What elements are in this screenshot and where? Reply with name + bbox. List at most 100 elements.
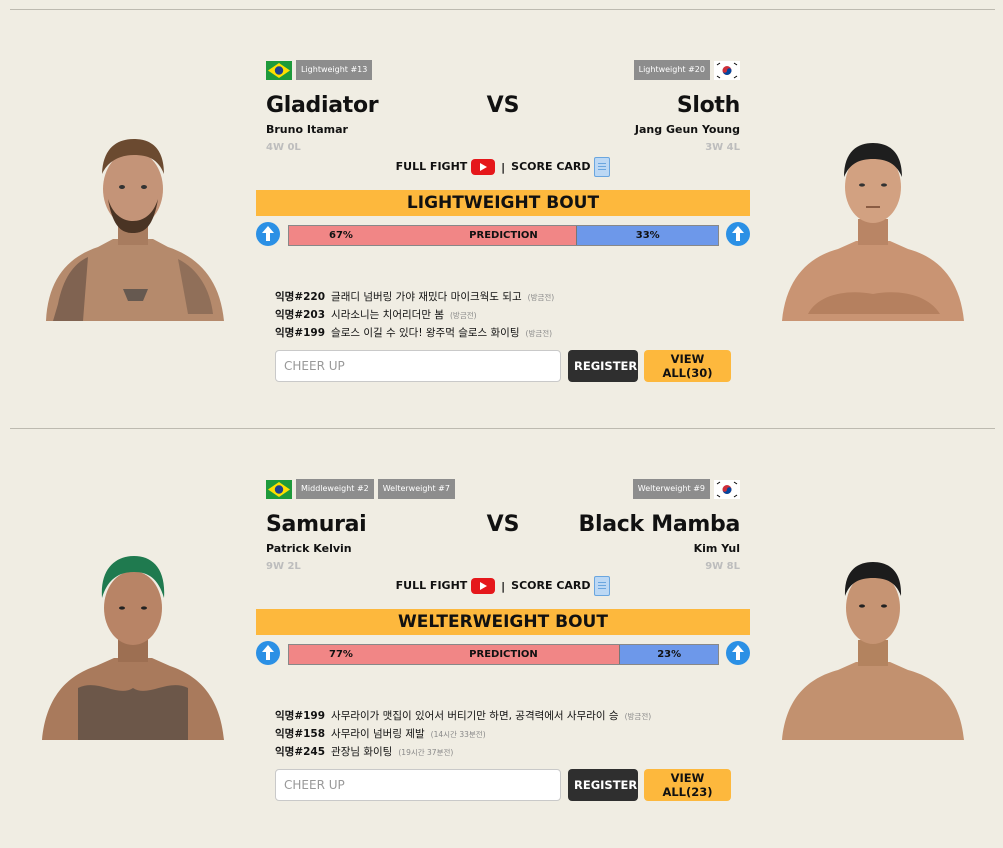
- prediction-bar: 67% 33% PREDICTION: [288, 225, 719, 246]
- prediction-left-percent: 77%: [329, 649, 353, 660]
- comment-item: 익명#158 사무라이 넘버링 제발 (14시간 33분전): [275, 726, 745, 744]
- bout-card-1: Lightweight #13 Lightweight #20 Gladiato…: [0, 9, 1003, 429]
- comment-user: 익명#158: [275, 728, 326, 740]
- prediction-row: 77% 23% PREDICTION: [256, 641, 750, 665]
- comment-user: 익명#199: [275, 327, 326, 339]
- south-korea-flag-icon: [714, 60, 740, 80]
- register-button[interactable]: REGISTER: [568, 769, 638, 801]
- rank-tag: Welterweight #9: [632, 479, 710, 499]
- fighter-photo-black-mamba[interactable]: [778, 548, 968, 740]
- media-links: FULL FIGHT | SCORE CARD: [256, 157, 750, 177]
- right-fighter-name: Kim Yul: [693, 542, 740, 555]
- right-fighter-nickname[interactable]: Sloth: [677, 93, 740, 118]
- comment-item: 익명#220 글래디 넘버링 가야 재밌다 마이크웍도 되고 (방금전): [275, 289, 745, 307]
- left-fighter-tags: Middleweight #2 Welterweight #7: [266, 478, 455, 500]
- comment-time-value: 19시간 37분전: [401, 748, 451, 757]
- comment-user: 익명#203: [275, 309, 326, 321]
- media-links: FULL FIGHT | SCORE CARD: [256, 576, 750, 596]
- cheer-input[interactable]: [275, 769, 561, 801]
- comment-user: 익명#245: [275, 746, 326, 758]
- link-separator: |: [501, 579, 506, 593]
- comment-time: (방금전): [525, 329, 553, 338]
- brazil-flag-icon: [266, 479, 292, 499]
- vote-left-arrow-icon[interactable]: [256, 222, 280, 246]
- comment-time: (방금전): [624, 712, 652, 721]
- youtube-icon[interactable]: [471, 159, 496, 175]
- score-card-link[interactable]: SCORE CARD: [511, 157, 611, 177]
- comment-text: 관장님 화이팅: [331, 746, 393, 758]
- left-fighter-record: 4W 0L: [266, 142, 301, 153]
- register-button[interactable]: REGISTER: [568, 350, 638, 382]
- comment-text: 슬로스 이길 수 있다! 왕주먹 슬로스 화이팅: [331, 327, 520, 339]
- vote-right-arrow-icon[interactable]: [726, 222, 750, 246]
- comment-list: 익명#220 글래디 넘버링 가야 재밌다 마이크웍도 되고 (방금전) 익명#20…: [275, 289, 745, 343]
- comment-time-value: 방금전: [528, 329, 550, 338]
- bout-title-bar: WELTERWEIGHT BOUT: [256, 609, 750, 635]
- comment-text: 시라소니는 치어리더만 봄: [331, 309, 444, 321]
- score-card-label: SCORE CARD: [511, 579, 591, 592]
- comment-list: 익명#199 사무라이가 맷집이 있어서 버티기만 하면, 공격력에서 사무라이 …: [275, 708, 745, 762]
- prediction-left-fill: 77%: [289, 645, 620, 664]
- prediction-bar: 77% 23% PREDICTION: [288, 644, 719, 665]
- view-all-button[interactable]: VIEW ALL(30): [644, 350, 731, 382]
- right-fighter-record: 9W 8L: [705, 561, 740, 572]
- prediction-right-percent: 23%: [657, 649, 682, 660]
- full-fight-link[interactable]: FULL FIGHT: [395, 159, 496, 175]
- score-card-link[interactable]: SCORE CARD: [511, 576, 611, 596]
- brazil-flag-icon: [266, 60, 292, 80]
- comment-user: 익명#199: [275, 710, 326, 722]
- prediction-left-percent: 67%: [329, 230, 353, 241]
- left-fighter-tags: Lightweight #13: [266, 59, 373, 81]
- comment-time-value: 방금전: [530, 293, 552, 302]
- link-separator: |: [501, 160, 506, 174]
- right-fighter-tags: Welterweight #9: [632, 478, 740, 500]
- comment-text: 사무라이가 맷집이 있어서 버티기만 하면, 공격력에서 사무라이 승: [331, 710, 619, 722]
- prediction-left-fill: 67%: [289, 226, 577, 245]
- comment-time-value: 방금전: [452, 311, 474, 320]
- document-icon[interactable]: [594, 157, 611, 177]
- comment-item: 익명#245 관장님 화이팅 (19시간 37분전): [275, 744, 745, 762]
- view-all-button[interactable]: VIEW ALL(23): [644, 769, 731, 801]
- comment-text: 사무라이 넘버링 제발: [331, 728, 425, 740]
- right-fighter-nickname[interactable]: Black Mamba: [579, 512, 741, 537]
- fighter-photo-sloth[interactable]: [778, 129, 968, 321]
- comment-time: (19시간 37분전): [398, 748, 454, 757]
- score-card-label: SCORE CARD: [511, 160, 591, 173]
- bout-info: Lightweight #13 Lightweight #20 Gladiato…: [256, 9, 750, 429]
- comment-time-value: 방금전: [627, 712, 649, 721]
- right-fighter-name: Jang Geun Young: [634, 123, 740, 136]
- cheer-input[interactable]: [275, 350, 561, 382]
- rank-tag: Welterweight #7: [377, 479, 455, 499]
- comment-time: (방금전): [449, 311, 477, 320]
- right-fighter-tags: Lightweight #20: [633, 59, 740, 81]
- bout-info: Middleweight #2 Welterweight #7 Welterwe…: [256, 428, 750, 848]
- bout-title-bar: LIGHTWEIGHT BOUT: [256, 190, 750, 216]
- comment-user: 익명#220: [275, 291, 326, 303]
- full-fight-link[interactable]: FULL FIGHT: [395, 578, 496, 594]
- full-fight-label: FULL FIGHT: [395, 579, 468, 592]
- prediction-right-fill: 33%: [576, 226, 718, 245]
- comment-item: 익명#199 슬로스 이길 수 있다! 왕주먹 슬로스 화이팅 (방금전): [275, 325, 745, 343]
- fighter-photo-samurai[interactable]: [38, 548, 228, 740]
- rank-tag: Middleweight #2: [296, 479, 374, 499]
- right-fighter-record: 3W 4L: [705, 142, 740, 153]
- rank-tag: Lightweight #13: [296, 60, 373, 80]
- document-icon[interactable]: [594, 576, 611, 596]
- prediction-row: 67% 33% PREDICTION: [256, 222, 750, 246]
- comment-time-value: 14시간 33분전: [433, 730, 483, 739]
- south-korea-flag-icon: [714, 479, 740, 499]
- bout-card-2: Middleweight #2 Welterweight #7 Welterwe…: [0, 428, 1003, 848]
- comment-time: (14시간 33분전): [430, 730, 486, 739]
- left-fighter-record: 9W 2L: [266, 561, 301, 572]
- comment-item: 익명#199 사무라이가 맷집이 있어서 버티기만 하면, 공격력에서 사무라이 …: [275, 708, 745, 726]
- comment-text: 글래디 넘버링 가야 재밌다 마이크웍도 되고: [331, 291, 522, 303]
- vote-right-arrow-icon[interactable]: [726, 641, 750, 665]
- prediction-right-percent: 33%: [635, 230, 660, 241]
- rank-tag: Lightweight #20: [633, 60, 710, 80]
- vote-left-arrow-icon[interactable]: [256, 641, 280, 665]
- youtube-icon[interactable]: [471, 578, 496, 594]
- full-fight-label: FULL FIGHT: [395, 160, 468, 173]
- left-fighter-name: Patrick Kelvin: [266, 542, 352, 555]
- prediction-right-fill: 23%: [619, 645, 718, 664]
- fighter-photo-gladiator[interactable]: [38, 129, 228, 321]
